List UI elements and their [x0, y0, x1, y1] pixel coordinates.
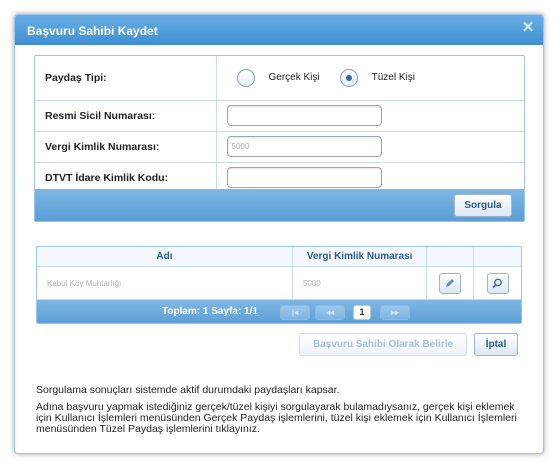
cell-adi: Kabul Köy Muhtarlığı [37, 267, 293, 299]
basvuru-sahibi-belirle-button[interactable]: Başvuru Sahibi Olarak Belirle [299, 333, 467, 356]
next-page-button[interactable]: ▸▸ [380, 305, 410, 320]
dialog-title: Başvuru Sahibi Kaydet [27, 24, 158, 38]
close-icon[interactable]: ✕ [521, 20, 535, 35]
sorgula-button[interactable]: Sorgula [454, 194, 512, 217]
basvuru-sahibi-dialog: Başvuru Sahibi Kaydet ✕ Paydaş Tipi: Ger… [14, 14, 544, 454]
form-footer-bar: Sorgula [35, 189, 524, 221]
radio-gercek-kisi-label[interactable]: Gerçek Kişi [269, 72, 320, 83]
current-page-indicator[interactable]: 1 [353, 305, 371, 320]
info-line-1: Sorgulama sonuçları sistemde aktif durum… [36, 384, 340, 396]
paydas-tipi-label: Paydaş Tipi: [35, 56, 217, 101]
column-header-edit [427, 247, 475, 266]
edit-button[interactable] [439, 272, 462, 294]
column-header-vkn[interactable]: Vergi Kimlik Numarası [293, 247, 428, 266]
cell-vkn: 5000 [293, 267, 428, 299]
vergi-kimlik-input[interactable]: 5000 [226, 136, 382, 157]
pager-info: Toplam: 1 Sayfa: 1/1 [162, 306, 258, 317]
info-text: Sorgulama sonuçları sistemde aktif durum… [36, 385, 526, 435]
pager-bar: Toplam: 1 Sayfa: 1/1 |◂ ◂◂ 1 ▸▸ [37, 300, 521, 323]
view-button[interactable] [486, 272, 509, 294]
resmi-sicil-label: Resmi Sicil Numarası: [35, 100, 217, 132]
magnifier-icon [492, 278, 502, 288]
search-form: Paydaş Tipi: Gerçek Kişi Tüzel Kişi Resm… [34, 55, 525, 222]
grid-header: Adı Vergi Kimlik Numarası [37, 247, 521, 267]
pencil-icon [446, 279, 455, 287]
prev-page-button[interactable]: ◂◂ [315, 305, 345, 320]
radio-tuzel-kisi-label[interactable]: Tüzel Kişi [372, 72, 415, 83]
first-page-button[interactable]: |◂ [280, 305, 310, 320]
column-header-adi[interactable]: Adı [37, 247, 293, 266]
dtvt-input[interactable] [226, 167, 382, 188]
iptal-button[interactable]: İptal [474, 333, 518, 356]
resmi-sicil-input[interactable] [226, 105, 382, 126]
dialog-titlebar[interactable]: Başvuru Sahibi Kaydet ✕ [15, 15, 543, 45]
column-header-view [474, 247, 521, 266]
info-line-2: Adına başvuru yapmak istediğiniz gerçek/… [36, 401, 517, 435]
vergi-kimlik-label: Vergi Kimlik Numarası: [35, 131, 217, 163]
radio-tuzel-kisi[interactable] [339, 68, 358, 87]
paydas-tipi-radio-group: Gerçek Kişi Tüzel Kişi [227, 68, 525, 87]
table-row[interactable]: Kabul Köy Muhtarlığı 5000 [37, 267, 521, 300]
results-grid: Adı Vergi Kimlik Numarası Kabul Köy Muht… [36, 246, 522, 324]
radio-gercek-kisi[interactable] [236, 68, 255, 87]
